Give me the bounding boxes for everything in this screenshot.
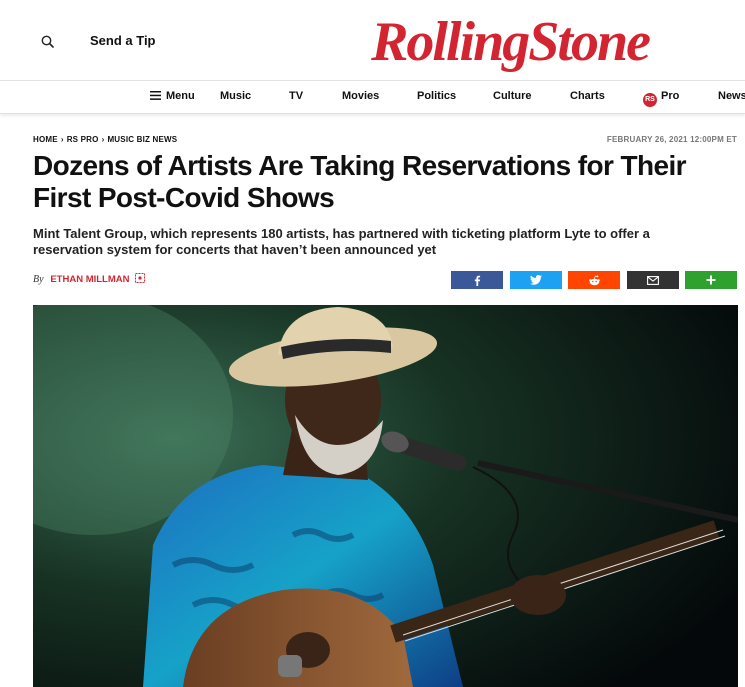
nav-pro-label: Pro [661, 90, 680, 102]
publish-date: FEBRUARY 26, 2021 12:00PM ET [606, 135, 737, 144]
breadcrumb: HOME › RS PRO › MUSIC BIZ NEWS [33, 135, 177, 144]
send-tip-link[interactable]: Send a Tip [90, 33, 156, 48]
chevron-right-icon: › [101, 135, 105, 144]
nav-culture[interactable]: Culture [493, 90, 532, 102]
facebook-icon [474, 275, 481, 286]
nav-charts[interactable]: Charts [570, 90, 605, 102]
nav-tv[interactable]: TV [289, 90, 303, 102]
site-header: Send a Tip RollingStone [0, 0, 745, 81]
search-icon[interactable] [40, 34, 56, 50]
rs-pro-icon: RS [643, 93, 657, 107]
plus-icon [706, 275, 716, 285]
twitter-icon [530, 275, 542, 285]
breadcrumb-rs-pro[interactable]: RS PRO [67, 135, 99, 144]
byline: By ETHAN MILLMAN [33, 273, 146, 285]
share-reddit-button[interactable] [568, 271, 620, 289]
nav-pro[interactable]: RS Pro [643, 90, 679, 107]
share-more-button[interactable] [685, 271, 737, 289]
author-profile-icon[interactable] [135, 273, 146, 283]
nav-news[interactable]: News [718, 90, 745, 102]
email-icon [647, 275, 659, 285]
hero-image [33, 305, 738, 687]
reddit-icon [588, 275, 600, 285]
breadcrumb-home[interactable]: HOME [33, 135, 58, 144]
share-email-button[interactable] [627, 271, 679, 289]
chevron-right-icon: › [60, 135, 64, 144]
article-headline: Dozens of Artists Are Taking Reservation… [33, 150, 687, 213]
nav-politics[interactable]: Politics [417, 90, 456, 102]
share-twitter-button[interactable] [510, 271, 562, 289]
logo-wordmark: RollingStone [370, 11, 650, 73]
share-facebook-button[interactable] [451, 271, 503, 289]
nav-movies[interactable]: Movies [342, 90, 379, 102]
breadcrumb-music-biz-news[interactable]: MUSIC BIZ NEWS [107, 135, 177, 144]
author-link[interactable]: ETHAN MILLMAN [50, 274, 129, 285]
nav-menu[interactable]: Menu [150, 90, 195, 102]
article-dek: Mint Talent Group, which represents 180 … [33, 226, 650, 257]
byline-prefix: By [33, 274, 44, 285]
nav-music[interactable]: Music [220, 90, 251, 102]
rolling-stone-logo[interactable]: RollingStone [330, 0, 690, 78]
main-nav: Menu Music TV Movies Politics Culture Ch… [0, 81, 745, 114]
nav-menu-label: Menu [166, 90, 195, 102]
hamburger-icon [150, 91, 161, 100]
